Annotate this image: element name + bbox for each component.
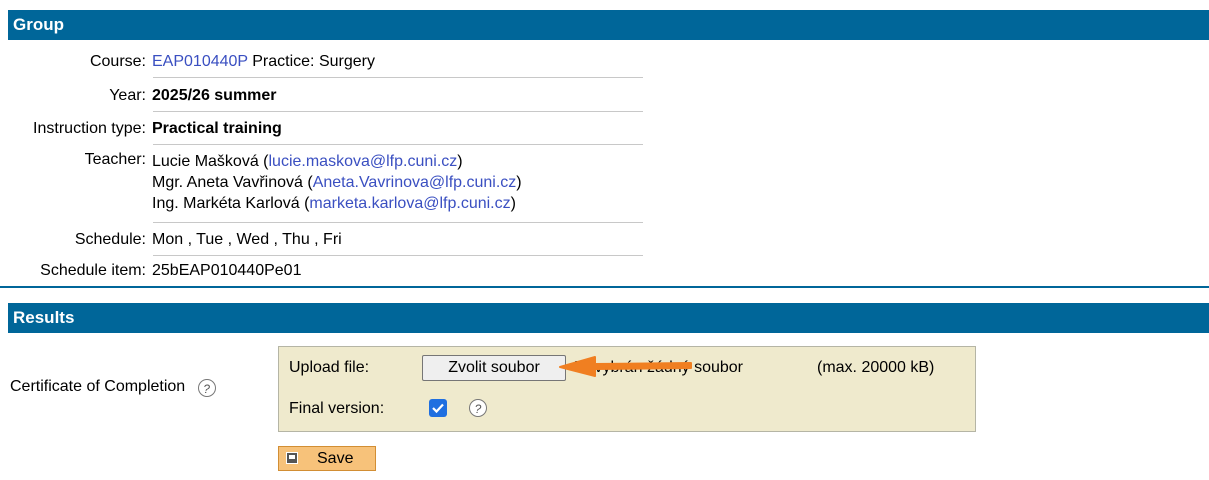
row-divider (153, 255, 643, 256)
annotation-arrow-icon (559, 356, 692, 377)
row-divider (153, 77, 643, 78)
certificate-label-group: Certificate of Completion ? (10, 378, 216, 397)
teacher-email-link[interactable]: lucie.maskova@lfp.cuni.cz (269, 153, 458, 170)
choose-file-button[interactable]: Zvolit soubor (422, 355, 566, 381)
instruction-type-row: Instruction type: Practical training (0, 120, 643, 138)
schedule-label: Schedule: (74, 231, 146, 248)
teacher-name: Lucie Mašková (152, 153, 259, 170)
year-value: 2025/26 summer (152, 87, 277, 104)
max-size-text: (max. 20000 kB) (817, 359, 935, 376)
teacher-name: Ing. Markéta Karlová (152, 195, 300, 212)
save-button-label: Save (317, 450, 354, 467)
certificate-label: Certificate of Completion (10, 378, 186, 395)
section-divider (0, 286, 1209, 288)
help-icon[interactable]: ? (469, 399, 487, 417)
teacher-row: Teacher: Lucie Mašková (lucie.maskova@lf… (0, 151, 643, 214)
save-button[interactable]: Save (278, 446, 376, 471)
course-value: EAP010440P Practice: Surgery (152, 53, 643, 71)
schedule-item-value: 25bEAP010440Pe01 (152, 262, 302, 279)
teacher-label: Teacher: (84, 151, 146, 168)
teacher-name: Mgr. Aneta Vavřinová (152, 174, 303, 191)
course-name: Practice: Surgery (252, 53, 375, 70)
year-label: Year: (109, 87, 146, 104)
teacher-list: Lucie Mašková (lucie.maskova@lfp.cuni.cz… (152, 151, 643, 214)
teacher-email-link[interactable]: Aneta.Vavrinova@lfp.cuni.cz (313, 174, 517, 191)
results-header: Results (8, 303, 1209, 333)
schedule-item-label: Schedule item: (40, 262, 146, 279)
teacher-email-link[interactable]: marketa.karlova@lfp.cuni.cz (309, 195, 510, 212)
help-icon[interactable]: ? (197, 379, 216, 397)
course-label: Course: (89, 53, 146, 70)
schedule-item-row: Schedule item: 25bEAP010440Pe01 (0, 262, 643, 280)
group-header: Group (8, 10, 1209, 40)
teacher-entry: Lucie Mašková (lucie.maskova@lfp.cuni.cz… (152, 153, 463, 170)
final-version-checkbox[interactable] (429, 399, 447, 417)
upload-file-label: Upload file: (289, 359, 370, 376)
final-version-label: Final version: (289, 400, 385, 417)
teacher-entry: Mgr. Aneta Vavřinová (Aneta.Vavrinova@lf… (152, 174, 522, 191)
course-row: Course: EAP010440P Practice: Surgery (0, 53, 643, 71)
instruction-type-label: Instruction type: (33, 120, 146, 137)
teacher-entry: Ing. Markéta Karlová (marketa.karlova@lf… (152, 195, 516, 212)
row-divider (153, 111, 643, 112)
row-divider (153, 222, 643, 223)
year-row: Year: 2025/26 summer (0, 87, 643, 105)
course-code-link[interactable]: EAP010440P (152, 53, 248, 70)
schedule-value: Mon , Tue , Wed , Thu , Fri (152, 231, 342, 248)
schedule-row: Schedule: Mon , Tue , Wed , Thu , Fri (0, 231, 643, 249)
row-divider (153, 144, 643, 145)
instruction-type-value: Practical training (152, 120, 282, 137)
checkmark-icon (432, 403, 444, 414)
save-icon (286, 452, 298, 464)
